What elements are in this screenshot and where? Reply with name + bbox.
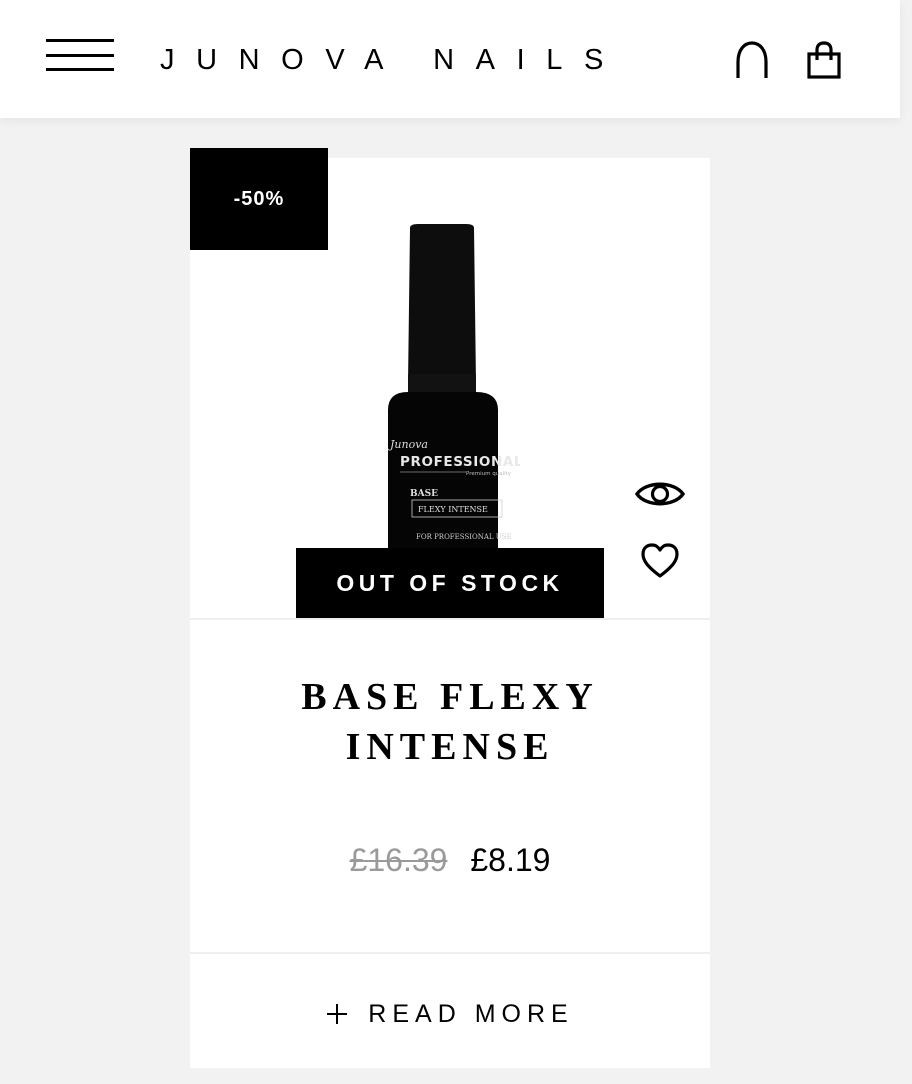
bottle-brand-line: PROFESSIONAL <box>400 454 520 470</box>
bottle-type: BASE <box>410 489 438 499</box>
bottle-footer: FOR PROFESSIONAL USE <box>416 533 512 541</box>
user-account-icon[interactable] <box>734 40 770 80</box>
price-row: £16.39 £8.19 <box>190 838 710 882</box>
eye-icon[interactable] <box>634 474 686 514</box>
bottle-variant: FLEXY INTENSE <box>418 505 488 514</box>
hamburger-menu-icon[interactable] <box>46 39 114 73</box>
card-divider <box>190 952 710 954</box>
product-bottle-image[interactable]: Junova PROFESSIONAL Premium quality BASE… <box>370 224 520 554</box>
bottle-tagline: Premium quality <box>466 471 512 477</box>
page: JUNOVA NAILS -50% Junova PROFESSIONAL Pr… <box>0 0 912 1084</box>
hamburger-line <box>46 54 114 57</box>
read-more-label: READ MORE <box>368 999 574 1028</box>
sale-price: £8.19 <box>470 842 551 878</box>
site-header: JUNOVA NAILS <box>0 0 900 118</box>
read-more-button[interactable]: READ MORE <box>190 986 710 1042</box>
shopping-bag-icon[interactable] <box>806 40 842 80</box>
plus-icon <box>326 998 348 1030</box>
hamburger-line <box>46 68 114 71</box>
product-title[interactable]: BASE FLEXY INTENSE <box>250 672 650 772</box>
product-card: Junova PROFESSIONAL Premium quality BASE… <box>190 158 710 1068</box>
original-price: £16.39 <box>349 842 448 878</box>
discount-badge: -50% <box>190 148 328 250</box>
site-logo[interactable]: JUNOVA NAILS <box>160 40 625 80</box>
heart-icon[interactable] <box>640 542 680 580</box>
card-divider <box>190 618 710 620</box>
out-of-stock-label: OUT OF STOCK <box>296 548 604 618</box>
bottle-brand-script: Junova <box>388 438 428 451</box>
hamburger-line <box>46 39 114 42</box>
